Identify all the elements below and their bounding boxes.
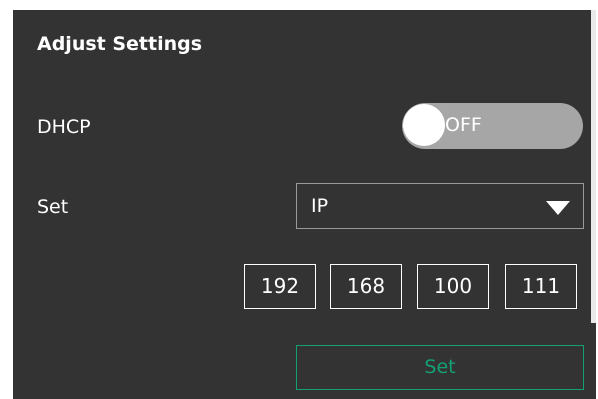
set-button[interactable]: Set xyxy=(296,345,584,390)
set-label: Set xyxy=(37,196,69,218)
panel-title: Adjust Settings xyxy=(37,33,203,55)
ip-octet-1-input[interactable]: 192 xyxy=(244,264,316,309)
dropdown-arrow-icon xyxy=(546,201,570,215)
ip-octet-2-input[interactable]: 168 xyxy=(330,264,402,309)
ip-octet-4-input[interactable]: 111 xyxy=(505,264,577,309)
dhcp-label: DHCP xyxy=(37,116,91,138)
dropdown-selected-value: IP xyxy=(311,195,329,217)
ip-octet-3-input[interactable]: 100 xyxy=(417,264,489,309)
adjust-settings-panel: Adjust Settings DHCP OFF Set IP 192 168 … xyxy=(13,10,596,399)
toggle-knob xyxy=(403,104,445,146)
toggle-state-text: OFF xyxy=(445,114,482,136)
scrollbar[interactable] xyxy=(591,10,596,323)
set-type-dropdown[interactable]: IP xyxy=(296,183,584,229)
dhcp-toggle[interactable]: OFF xyxy=(402,103,583,149)
